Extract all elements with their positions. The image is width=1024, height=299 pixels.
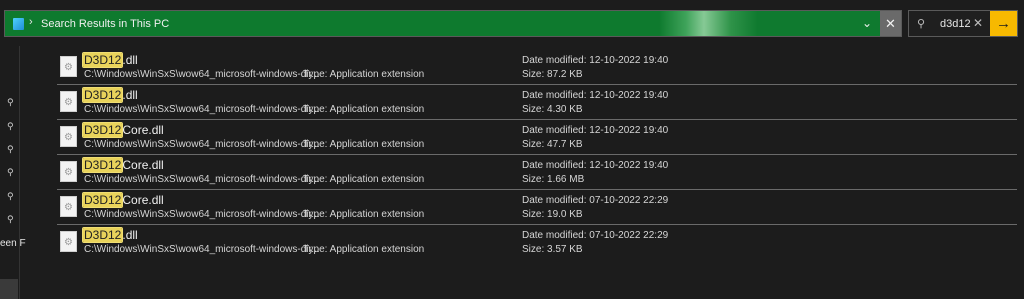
search-highlight: D3D12 [81, 157, 124, 173]
file-type: Type: Application extension [303, 174, 425, 185]
file-name[interactable]: D3D12.dll [81, 52, 138, 68]
pin-icon[interactable]: ⚲ [7, 122, 15, 131]
search-icon: ⚲ [917, 18, 926, 30]
chevron-right-icon[interactable]: › [29, 16, 33, 28]
date-modified: Date modified: 07-10-2022 22:29 [522, 195, 669, 206]
file-name-rest: .dll [122, 53, 138, 67]
search-highlight: D3D12 [81, 52, 124, 68]
search-highlight: D3D12 [81, 122, 124, 138]
gear-icon: ⚙ [64, 167, 73, 178]
dll-file-icon: ⚙ [60, 56, 77, 77]
dll-file-icon: ⚙ [60, 126, 77, 147]
gear-icon: ⚙ [64, 132, 73, 143]
file-size: Size: 3.57 KB [522, 244, 583, 255]
list-item[interactable]: ⚙ D3D12.dll C:\Windows\WinSxS\wow64_micr… [57, 50, 1017, 85]
list-item[interactable]: ⚙ D3D12Core.dll C:\Windows\WinSxS\wow64_… [57, 155, 1017, 190]
file-type: Type: Application extension [303, 244, 425, 255]
this-pc-icon [13, 18, 24, 30]
file-name-rest: Core.dll [122, 193, 164, 207]
close-icon[interactable]: ✕ [880, 11, 901, 36]
search-highlight: D3D12 [81, 227, 124, 243]
file-path: C:\Windows\WinSxS\wow64_microsoft-window… [84, 209, 320, 220]
address-bar[interactable]: › Search Results in This PC ⌄ ✕ [4, 10, 902, 37]
search-highlight: D3D12 [81, 192, 124, 208]
date-modified: Date modified: 12-10-2022 19:40 [522, 90, 669, 101]
list-item[interactable]: ⚙ D3D12Core.dll C:\Windows\WinSxS\wow64_… [57, 120, 1017, 155]
pin-icon[interactable]: ⚲ [7, 98, 15, 107]
dll-file-icon: ⚙ [60, 91, 77, 112]
date-modified: Date modified: 07-10-2022 22:29 [522, 230, 669, 241]
gear-icon: ⚙ [64, 97, 73, 108]
pin-icon[interactable]: ⚲ [7, 215, 15, 224]
file-size: Size: 19.0 KB [522, 209, 583, 220]
file-path: C:\Windows\WinSxS\wow64_microsoft-window… [84, 244, 320, 255]
file-size: Size: 87.2 KB [522, 69, 583, 80]
gear-icon: ⚙ [64, 202, 73, 213]
file-type: Type: Application extension [303, 69, 425, 80]
pin-icon[interactable]: ⚲ [7, 192, 15, 201]
file-size: Size: 4.30 KB [522, 104, 583, 115]
date-modified: Date modified: 12-10-2022 19:40 [522, 125, 669, 136]
arrow-right-icon[interactable]: → [990, 11, 1017, 36]
list-item[interactable]: ⚙ D3D12Core.dll C:\Windows\WinSxS\wow64_… [57, 190, 1017, 225]
pin-icon[interactable]: ⚲ [7, 145, 15, 154]
dll-file-icon: ⚙ [60, 196, 77, 217]
file-name[interactable]: D3D12.dll [81, 227, 138, 243]
file-path: C:\Windows\WinSxS\wow64_microsoft-window… [84, 69, 320, 80]
dll-file-icon: ⚙ [60, 161, 77, 182]
list-item[interactable]: ⚙ D3D12.dll C:\Windows\WinSxS\wow64_micr… [57, 85, 1017, 120]
file-name-rest: .dll [122, 88, 138, 102]
navigation-pane: ⚲ ⚲ ⚲ ⚲ ⚲ ⚲ een F [0, 46, 26, 299]
file-name[interactable]: D3D12Core.dll [81, 192, 164, 208]
chevron-down-icon[interactable]: ⌄ [855, 14, 879, 33]
toolbar: › Search Results in This PC ⌄ ✕ ⚲ d3d12 … [0, 0, 1024, 46]
file-path: C:\Windows\WinSxS\wow64_microsoft-window… [84, 174, 320, 185]
search-box[interactable]: ⚲ d3d12 ✕ → [908, 10, 1018, 37]
file-path: C:\Windows\WinSxS\wow64_microsoft-window… [84, 104, 320, 115]
breadcrumb[interactable]: Search Results in This PC [41, 18, 169, 30]
file-name[interactable]: D3D12.dll [81, 87, 138, 103]
gear-icon: ⚙ [64, 62, 73, 73]
file-name[interactable]: D3D12Core.dll [81, 157, 164, 173]
dll-file-icon: ⚙ [60, 231, 77, 252]
gear-icon: ⚙ [64, 237, 73, 248]
file-size: Size: 47.7 KB [522, 139, 583, 150]
list-item[interactable]: ⚙ D3D12.dll C:\Windows\WinSxS\wow64_micr… [57, 225, 1017, 260]
file-type: Type: Application extension [303, 209, 425, 220]
nav-item-label[interactable]: een F [0, 238, 26, 249]
search-highlight: D3D12 [81, 87, 124, 103]
search-input[interactable]: d3d12 [940, 18, 971, 30]
file-name-rest: Core.dll [122, 158, 164, 172]
pin-icon[interactable]: ⚲ [7, 168, 15, 177]
file-name-rest: Core.dll [122, 123, 164, 137]
file-type: Type: Application extension [303, 104, 425, 115]
nav-item-selected[interactable] [0, 279, 18, 299]
file-name[interactable]: D3D12Core.dll [81, 122, 164, 138]
file-path: C:\Windows\WinSxS\wow64_microsoft-window… [84, 139, 320, 150]
results-list: ⚙ D3D12.dll C:\Windows\WinSxS\wow64_micr… [57, 50, 1017, 260]
file-type: Type: Application extension [303, 139, 425, 150]
search-clear-icon[interactable]: ✕ [973, 16, 983, 30]
file-name-rest: .dll [122, 228, 138, 242]
file-size: Size: 1.66 MB [522, 174, 585, 185]
date-modified: Date modified: 12-10-2022 19:40 [522, 160, 669, 171]
date-modified: Date modified: 12-10-2022 19:40 [522, 55, 669, 66]
